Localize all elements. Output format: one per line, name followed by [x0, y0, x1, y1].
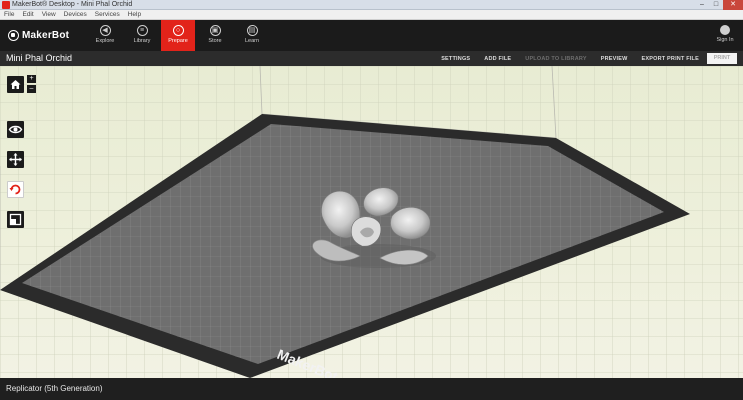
printer-selector[interactable]: Replicator (5th Generation) [6, 378, 103, 400]
project-title: Mini Phal Orchid [6, 53, 73, 63]
menu-devices[interactable]: Devices [64, 10, 87, 19]
menu-help[interactable]: Help [128, 10, 141, 19]
eye-icon [8, 125, 23, 134]
maximize-button[interactable]: □ [709, 0, 723, 10]
scale-icon [9, 213, 22, 226]
nav-store[interactable]: ▣ Store [198, 20, 232, 51]
zoom-out-button[interactable]: – [27, 85, 36, 93]
learn-icon: ▤ [246, 25, 258, 36]
nav-prepare[interactable]: ○ Prepare [161, 20, 195, 51]
rotate-tool-button[interactable] [7, 181, 24, 198]
nav-label: Prepare [168, 38, 188, 44]
settings-button[interactable]: SETTINGS [441, 56, 470, 62]
nav-label: Library [133, 38, 151, 44]
build-volume-scene: MakerBot [0, 66, 743, 378]
zoom-in-button[interactable]: + [27, 75, 36, 83]
scale-tool-button[interactable] [7, 211, 24, 228]
compass-icon: ◀ [99, 25, 111, 36]
window-titlebar: MakerBot® Desktop - Mini Phal Orchid – □… [0, 0, 743, 10]
upload-to-library-button[interactable]: UPLOAD TO LIBRARY [525, 56, 586, 62]
menu-bar: File Edit View Devices Services Help [0, 10, 743, 20]
minimize-button[interactable]: – [695, 0, 709, 10]
orchid-petal-right [390, 207, 431, 240]
prepare-icon: ○ [172, 25, 184, 36]
print-button[interactable]: PRINT [707, 53, 737, 64]
menu-view[interactable]: View [42, 10, 56, 19]
move-icon [9, 153, 22, 166]
app-icon [2, 1, 10, 9]
nav-learn[interactable]: ▤ Learn [235, 20, 269, 51]
menu-services[interactable]: Services [95, 10, 120, 19]
makerbot-logo-icon [8, 30, 19, 41]
view-tool-button[interactable] [7, 121, 24, 138]
nav-label: Store [208, 38, 222, 44]
nav-label: Explore [95, 38, 115, 44]
rotate-icon [9, 184, 21, 195]
sign-in-button[interactable]: Sign In [713, 25, 737, 44]
library-icon: ≡ [136, 25, 148, 36]
home-view-button[interactable] [7, 76, 24, 93]
menu-file[interactable]: File [4, 10, 14, 19]
status-bar: Replicator (5th Generation) [0, 378, 743, 400]
build-viewport[interactable]: MakerBot + – [0, 66, 743, 378]
project-actions: SETTINGS ADD FILE UPLOAD TO LIBRARY PREV… [427, 51, 737, 66]
makerbot-logo: MakerBot [8, 29, 69, 42]
export-print-file-button[interactable]: EXPORT PRINT FILE [642, 56, 700, 62]
store-icon: ▣ [209, 25, 221, 36]
preview-button[interactable]: PREVIEW [601, 56, 628, 62]
window-controls: – □ ✕ [695, 0, 743, 10]
user-icon [720, 25, 730, 35]
project-header: Mini Phal Orchid SETTINGS ADD FILE UPLOA… [0, 51, 743, 66]
menu-edit[interactable]: Edit [22, 10, 33, 19]
sign-in-label: Sign In [716, 37, 734, 43]
top-navigation: MakerBot ◀ Explore ≡ Library ○ Prepare ▣… [0, 20, 743, 51]
logo-text: MakerBot [22, 30, 70, 41]
nav-library[interactable]: ≡ Library [125, 20, 159, 51]
add-file-button[interactable]: ADD FILE [484, 56, 511, 62]
nav-label: Learn [244, 38, 260, 44]
nav-explore[interactable]: ◀ Explore [88, 20, 122, 51]
close-button[interactable]: ✕ [723, 0, 743, 10]
window-title: MakerBot® Desktop - Mini Phal Orchid [12, 1, 133, 8]
move-tool-button[interactable] [7, 151, 24, 168]
home-icon [10, 80, 21, 89]
